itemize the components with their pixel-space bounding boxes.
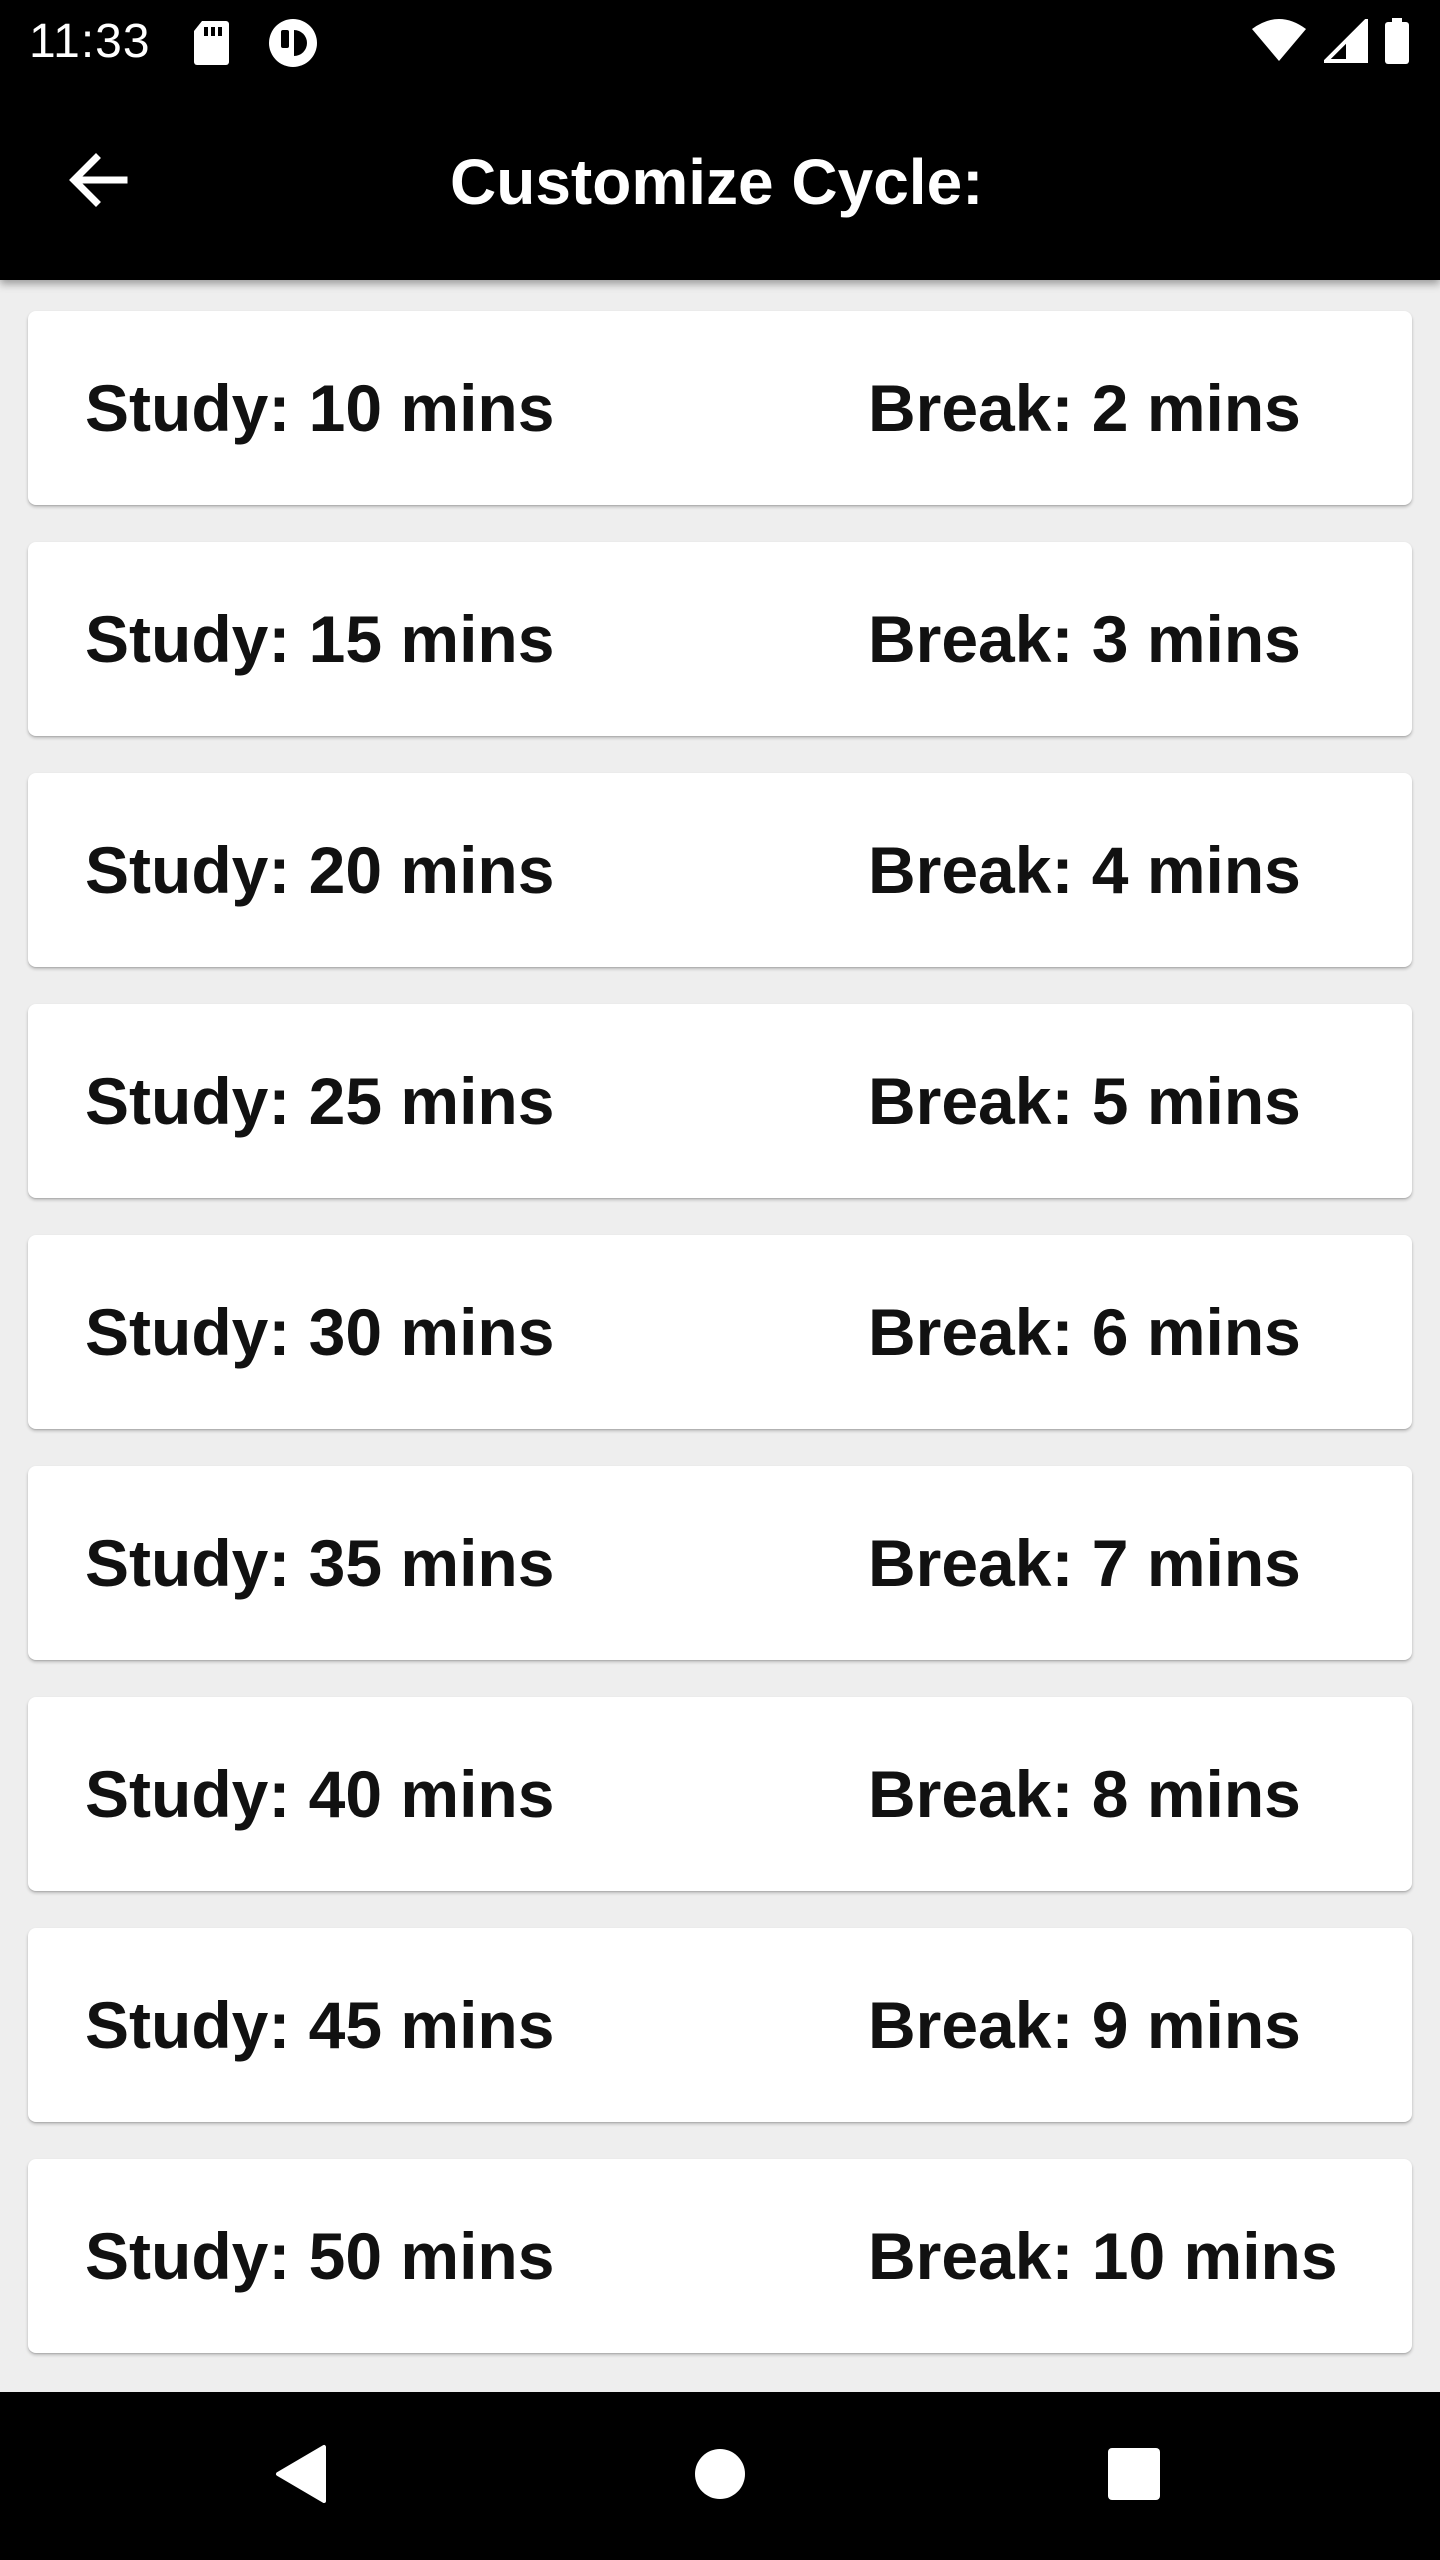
cycle-list-container: Study: 10 mins Break: 2 mins Study: 15 m… [0, 280, 1440, 2392]
break-duration-label: Break: 3 mins [868, 602, 1301, 676]
back-button[interactable] [44, 128, 152, 236]
study-duration-label: Study: 30 mins [85, 1295, 555, 1369]
status-time: 11:33 [29, 15, 151, 68]
cycle-option[interactable]: Study: 45 mins Break: 9 mins [28, 1928, 1412, 2122]
break-duration-label: Break: 5 mins [868, 1064, 1301, 1138]
cycle-option[interactable]: Study: 40 mins Break: 8 mins [28, 1697, 1412, 1891]
cycle-option[interactable]: Study: 10 mins Break: 2 mins [28, 311, 1412, 505]
battery-icon [1384, 18, 1410, 69]
break-duration-label: Break: 2 mins [868, 371, 1301, 445]
study-duration-label: Study: 40 mins [85, 1757, 555, 1831]
study-duration-label: Study: 25 mins [85, 1064, 555, 1138]
break-duration-label: Break: 10 mins [868, 2219, 1338, 2293]
notification-app-icon [268, 18, 318, 73]
study-duration-label: Study: 20 mins [85, 833, 555, 907]
app-bar: Customize Cycle: [0, 84, 1440, 280]
cycle-option[interactable]: Study: 20 mins Break: 4 mins [28, 773, 1412, 967]
nav-home-button[interactable] [636, 2392, 804, 2560]
study-duration-label: Study: 35 mins [85, 1526, 555, 1600]
study-duration-label: Study: 50 mins [85, 2219, 555, 2293]
cycle-option[interactable]: Study: 25 mins Break: 5 mins [28, 1004, 1412, 1198]
break-duration-label: Break: 7 mins [868, 1526, 1301, 1600]
status-bar: 11:33 [0, 0, 1440, 84]
status-right-icons [1250, 16, 1410, 69]
nav-back-button[interactable] [216, 2392, 384, 2560]
cycle-option[interactable]: Study: 35 mins Break: 7 mins [28, 1466, 1412, 1660]
break-duration-label: Break: 6 mins [868, 1295, 1301, 1369]
cycle-option[interactable]: Study: 30 mins Break: 6 mins [28, 1235, 1412, 1429]
nav-back-triangle-icon [272, 2443, 328, 2510]
page-title: Customize Cycle: [450, 146, 984, 218]
wifi-icon [1250, 19, 1308, 68]
study-duration-label: Study: 45 mins [85, 1988, 555, 2062]
cycle-option[interactable]: Study: 15 mins Break: 3 mins [28, 542, 1412, 736]
arrow-back-icon [66, 148, 130, 217]
break-duration-label: Break: 8 mins [868, 1757, 1301, 1831]
status-left-icons [192, 18, 318, 73]
cycle-option[interactable]: Study: 50 mins Break: 10 mins [28, 2159, 1412, 2353]
study-duration-label: Study: 10 mins [85, 371, 555, 445]
nav-recents-square-icon [1107, 2447, 1161, 2506]
break-duration-label: Break: 9 mins [868, 1988, 1301, 2062]
study-duration-label: Study: 15 mins [85, 602, 555, 676]
cellular-signal-icon [1321, 16, 1368, 68]
nav-home-circle-icon [693, 2447, 747, 2506]
break-duration-label: Break: 4 mins [868, 833, 1301, 907]
system-nav-bar [0, 2392, 1440, 2560]
nav-recents-button[interactable] [1050, 2392, 1218, 2560]
sd-card-icon [192, 19, 230, 72]
